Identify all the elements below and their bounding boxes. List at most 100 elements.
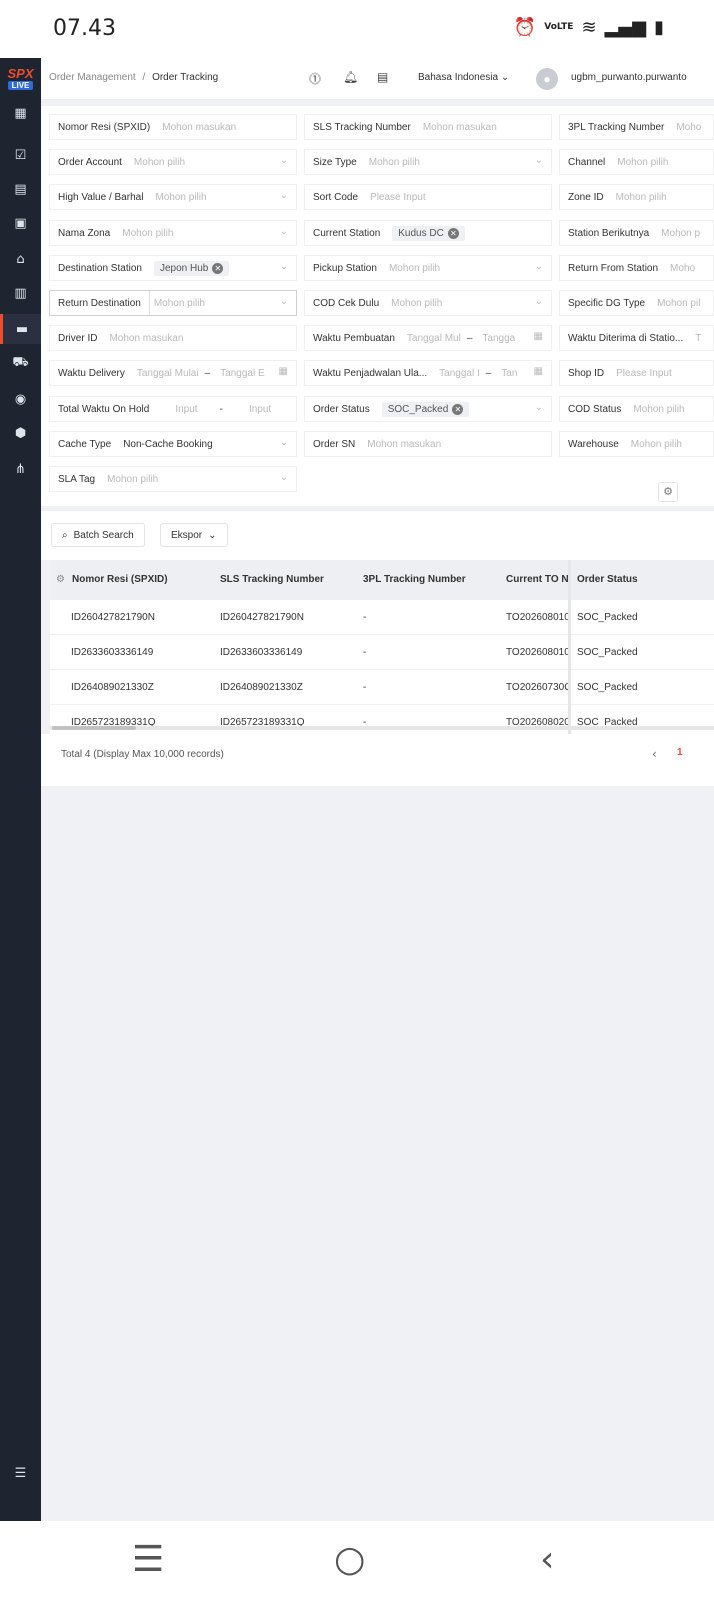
home-icon[interactable]: ⌂	[0, 244, 41, 274]
orders-table: ⚙ Nomor Resi (SPXID) SLS Tracking Number…	[50, 560, 714, 736]
current-page[interactable]: 1	[677, 747, 683, 758]
range-start[interactable]: Tanggal I	[435, 368, 480, 379]
destination-station-select[interactable]: Destination Station Jepon Hub ✕ ⌄	[49, 255, 297, 281]
field-label: Return From Station	[568, 262, 659, 274]
field-label: SLA Tag	[58, 473, 96, 485]
waktu-penjadwalan-range[interactable]: Waktu Penjadwalan Ula... Tanggal I – Tan…	[304, 360, 552, 386]
username[interactable]: ugbm_purwanto.purwanto	[571, 72, 687, 83]
clipboard-icon[interactable]: ▣	[0, 208, 41, 238]
table-footer: Total 4 (Display Max 10,000 records) ‹ 1	[41, 734, 714, 786]
recent-apps-icon[interactable]: ☰	[132, 1539, 164, 1580]
field-placeholder: Mohon pilih	[633, 403, 685, 415]
range-start[interactable]: T	[691, 333, 701, 344]
column-header[interactable]: Nomor Resi (SPXID)	[72, 574, 168, 585]
filter-settings-gear-icon[interactable]: ⚙	[658, 482, 678, 502]
cell-resi[interactable]: ID260427821790N	[71, 612, 155, 623]
table-row[interactable]: ID264089021330Z ID264089021330Z - TO2026…	[50, 670, 714, 705]
field-label: Channel	[568, 156, 606, 168]
driver-id-field[interactable]: Driver ID Mohon masukan	[49, 325, 297, 351]
breadcrumb-parent[interactable]: Order Management	[49, 72, 136, 83]
pickup-station-select[interactable]: Pickup Station Mohon pilih ⌄	[304, 255, 552, 281]
shield-icon[interactable]: ⬢	[0, 418, 41, 448]
current-station-select[interactable]: Current Station Kudus DC ✕	[304, 220, 552, 246]
sort-code-field[interactable]: Sort Code Please Input	[304, 184, 552, 210]
nomor-resi-field[interactable]: Nomor Resi (SPXID) Mohon masukan	[49, 114, 297, 140]
return-destination-select[interactable]: Return Destination Mohon pilih ⌄	[49, 290, 297, 316]
home-circle-icon[interactable]: ○	[334, 1539, 365, 1580]
range-separator: –	[485, 367, 492, 379]
cache-type-select[interactable]: Cache Type Non-Cache Booking ⌄	[49, 431, 297, 457]
cod-status-select[interactable]: COD Status Mohon pilih	[559, 396, 714, 422]
truck-icon[interactable]: ⛟	[0, 348, 41, 378]
prev-page-icon[interactable]: ‹	[652, 747, 657, 761]
zone-id-select[interactable]: Zone ID Mohon pilih	[559, 184, 714, 210]
column-header[interactable]: Order Status	[577, 574, 638, 585]
task-icon[interactable]: ▤	[377, 70, 388, 84]
network-icon[interactable]: ⋔	[0, 454, 41, 484]
calendar-icon: ▦	[533, 366, 543, 377]
cell-resi[interactable]: ID2633603336149	[71, 647, 153, 658]
export-button[interactable]: Ekspor ⌄	[160, 523, 228, 547]
batch-search-button[interactable]: ⌕ Batch Search	[51, 523, 145, 547]
shop-id-field[interactable]: Shop ID Please Input	[559, 360, 714, 386]
field-placeholder: Mohon pilih	[133, 156, 186, 168]
total-waktu-on-hold-range[interactable]: Total Waktu On Hold Input - Input	[49, 396, 297, 422]
3pl-tracking-field[interactable]: 3PL Tracking Number Moho	[559, 114, 714, 140]
cod-cek-dulu-select[interactable]: COD Cek Dulu Mohon pilih ⌄	[304, 290, 552, 316]
waktu-delivery-range[interactable]: Waktu Delivery Tanggal Mulai – Tanggal E…	[49, 360, 297, 386]
min-input[interactable]: Input	[157, 404, 197, 415]
document-icon[interactable]: ▥	[0, 278, 41, 308]
field-placeholder: Mohon pilih	[391, 297, 443, 309]
field-label: Pickup Station	[313, 262, 377, 274]
sls-tracking-field[interactable]: SLS Tracking Number Mohon masukan	[304, 114, 552, 140]
cell-resi[interactable]: ID264089021330Z	[71, 682, 154, 693]
table-row[interactable]: ID260427821790N ID260427821790N - TO2026…	[50, 600, 714, 635]
table-row[interactable]: ID265723189331Q ID265723189331Q - TO2026…	[50, 705, 714, 736]
return-from-station-select[interactable]: Return From Station Moho	[559, 255, 714, 281]
range-end[interactable]: Tan	[497, 368, 517, 379]
max-input[interactable]: Input	[245, 404, 271, 415]
nama-zona-select[interactable]: Nama Zona Mohon pilih ⌄	[49, 220, 297, 246]
order-sn-field[interactable]: Order SN Mohon masukan	[304, 431, 552, 457]
dashboard-icon[interactable]: ▦	[0, 98, 41, 128]
spx-logo[interactable]: SPX LIVE	[4, 66, 37, 90]
breadcrumb-separator: /	[142, 72, 146, 83]
range-start[interactable]: Tanggal Mulai	[133, 368, 199, 379]
sla-tag-select[interactable]: SLA Tag Mohon pilih ⌄	[49, 466, 297, 492]
range-start[interactable]: Tanggal Mul	[403, 333, 461, 344]
column-settings-gear-icon[interactable]: ⚙	[56, 574, 65, 585]
size-type-select[interactable]: Size Type Mohon pilih ⌄	[304, 149, 552, 175]
clear-icon[interactable]: ✕	[452, 403, 464, 415]
high-value-select[interactable]: High Value / Barhal Mohon pilih ⌄	[49, 184, 297, 210]
horizontal-scrollbar[interactable]	[50, 726, 714, 730]
scrollbar-thumb[interactable]	[52, 726, 136, 730]
calendar-icon[interactable]: ▤	[0, 174, 41, 204]
avatar[interactable]: ●	[536, 68, 558, 90]
order-icon[interactable]: ▬	[0, 314, 41, 344]
field-label: Cache Type	[58, 438, 112, 450]
info-shield-icon[interactable]: ⓵	[309, 70, 321, 87]
column-header[interactable]: SLS Tracking Number	[220, 574, 324, 585]
waktu-pembuatan-range[interactable]: Waktu Pembuatan Tanggal Mul – Tangga ▦	[304, 325, 552, 351]
order-status-select[interactable]: Order Status SOC_Packed ✕ ⌄	[304, 396, 552, 422]
column-header[interactable]: Current TO Nu	[506, 574, 568, 585]
user-icon[interactable]: ◉	[0, 384, 41, 414]
bell-icon[interactable]: 🔔︎	[343, 70, 358, 84]
back-icon[interactable]: ‹	[540, 1539, 554, 1580]
menu-collapse-icon[interactable]: ☰	[0, 1458, 41, 1488]
cell-status: SOC_Packed	[577, 647, 638, 658]
clear-icon[interactable]: ✕	[447, 227, 459, 239]
range-end[interactable]: Tangga	[478, 333, 515, 344]
channel-select[interactable]: Channel Mohon pilih	[559, 149, 714, 175]
range-end[interactable]: Tanggal E	[216, 368, 264, 379]
order-account-select[interactable]: Order Account Mohon pilih ⌄	[49, 149, 297, 175]
specific-dg-type-select[interactable]: Specific DG Type Mohon pil	[559, 290, 714, 316]
table-row[interactable]: ID2633603336149 ID2633603336149 - TO2026…	[50, 635, 714, 670]
clear-icon[interactable]: ✕	[212, 262, 224, 274]
station-berikutnya-select[interactable]: Station Berikutnya Mohon p	[559, 220, 714, 246]
waktu-diterima-range[interactable]: Waktu Diterima di Statio... T	[559, 325, 714, 351]
checklist-icon[interactable]: ☑	[0, 140, 41, 170]
column-header[interactable]: 3PL Tracking Number	[363, 574, 466, 585]
warehouse-select[interactable]: Warehouse Mohon pilih	[559, 431, 714, 457]
language-selector[interactable]: Bahasa Indonesia ⌄	[418, 72, 509, 83]
